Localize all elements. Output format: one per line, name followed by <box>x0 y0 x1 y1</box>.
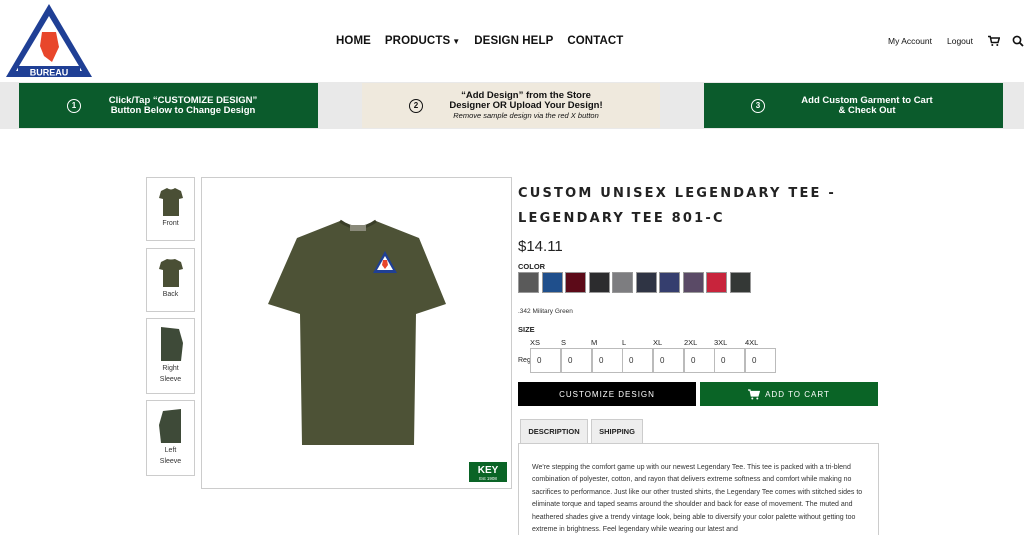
tab-description-label: DESCRIPTION <box>528 427 580 436</box>
color-label: COLOR <box>518 262 546 271</box>
color-swatch[interactable] <box>635 272 657 293</box>
florida-farm-bureau-logo[interactable]: BUREAU <box>4 2 94 80</box>
nav-home[interactable]: HOME <box>336 35 371 47</box>
color-swatches <box>518 272 753 293</box>
size-header: XL <box>653 338 663 347</box>
step-2: 2 “Add Design” from the Store Designer O… <box>362 83 660 128</box>
thumbnail-right-sleeve[interactable]: Right Sleeve <box>146 318 195 394</box>
thumbnail-label: Back <box>162 291 179 298</box>
key-brand-logo: KEY Est 1908 <box>469 462 507 482</box>
quantity-input-3xl[interactable] <box>714 348 745 373</box>
nav-design-help[interactable]: DESIGN HELP <box>474 35 553 47</box>
tab-shipping[interactable]: SHIPPING <box>591 419 643 443</box>
main-nav: HOME PRODUCTS ▼ DESIGN HELP CONTACT <box>336 35 637 47</box>
svg-text:KEY: KEY <box>478 465 499 476</box>
step-2-line2: Designer OR Upload Your Design! <box>449 99 603 111</box>
color-swatch[interactable] <box>588 272 610 293</box>
size-label: SIZE <box>518 325 535 334</box>
shirt-front-thumb <box>158 188 183 216</box>
tab-shipping-label: SHIPPING <box>599 427 635 436</box>
color-swatch[interactable] <box>612 272 633 293</box>
cart-icon[interactable] <box>988 35 1000 47</box>
step-2-line1: “Add Design” from the Store <box>461 89 591 101</box>
shirt-back-thumb <box>158 259 183 287</box>
quantity-input-s[interactable] <box>561 348 592 373</box>
nav-products-label: PRODUCTS <box>384 35 451 47</box>
logout-link[interactable]: Logout <box>947 36 973 46</box>
step-3: 3 Add Custom Garment to Cart & Check Out <box>704 83 1003 128</box>
size-header: M <box>591 338 598 347</box>
site-header: BUREAU HOME PRODUCTS ▼ DESIGN HELP CONTAC… <box>0 0 1024 82</box>
thumbnail-label: Front <box>162 220 179 227</box>
color-swatch[interactable] <box>682 272 704 293</box>
svg-text:BUREAU: BUREAU <box>30 68 69 78</box>
step-3-number: 3 <box>751 98 765 113</box>
step-3-line2: & Check Out <box>838 104 896 116</box>
nav-contact[interactable]: CONTACT <box>567 35 623 47</box>
steps-bar: 1 Click/Tap “CUSTOMIZE DESIGN” Button Be… <box>0 82 1024 129</box>
color-swatch[interactable] <box>518 272 539 293</box>
product-price: $14.11 <box>518 238 563 255</box>
color-swatch[interactable] <box>729 272 751 293</box>
thumbnail-label: Right <box>162 365 179 372</box>
shirt-left-sleeve-thumb <box>158 409 181 443</box>
quantity-input-2xl[interactable] <box>684 348 715 373</box>
step-1-line1: Click/Tap “CUSTOMIZE DESIGN” <box>108 94 258 106</box>
customize-design-label: CUSTOMIZE DESIGN <box>559 389 655 399</box>
quantity-input-xl[interactable] <box>653 348 684 373</box>
thumbnail-left-sleeve[interactable]: Left Sleeve <box>146 400 195 476</box>
color-swatch[interactable] <box>706 272 727 293</box>
tab-description[interactable]: DESCRIPTION <box>520 419 588 443</box>
product-title: CUSTOM UNISEX LEGENDARY TEE - LEGENDARY … <box>518 186 836 226</box>
product-description: We're stepping the comfort game up with … <box>518 443 879 535</box>
color-swatch[interactable] <box>541 272 563 293</box>
size-header: 4XL <box>745 338 759 347</box>
size-header: 2XL <box>684 338 698 347</box>
step-1-number: 1 <box>67 98 81 113</box>
step-1-line2: Button Below to Change Design <box>110 104 256 116</box>
quantity-input-4xl[interactable] <box>745 348 776 373</box>
thumbnail-back[interactable]: Back <box>146 248 195 312</box>
color-swatch[interactable] <box>565 272 586 293</box>
add-to-cart-button[interactable]: ADD TO CART <box>700 382 878 406</box>
size-header: XS <box>530 338 541 347</box>
size-header: 3XL <box>714 338 728 347</box>
step-3-line1: Add Custom Garment to Cart <box>801 94 933 106</box>
thumbnail-label-line2: Sleeve <box>159 458 182 465</box>
size-row-label: Reg <box>518 357 531 364</box>
caret-down-icon: ▼ <box>452 37 461 46</box>
svg-text:Est 1908: Est 1908 <box>479 476 497 481</box>
search-icon[interactable] <box>1012 35 1024 47</box>
customize-design-button[interactable]: CUSTOMIZE DESIGN <box>518 382 696 406</box>
step-2-subtext: Remove sample design via the red X butto… <box>453 110 599 120</box>
shirt-right-sleeve-thumb <box>160 327 183 361</box>
t-shirt-image <box>268 219 446 445</box>
thumbnail-label-line2: Sleeve <box>159 376 182 383</box>
nav-products[interactable]: PRODUCTS ▼ <box>385 35 460 47</box>
main-product-image[interactable]: KEY Est 1908 <box>201 177 512 489</box>
my-account-link[interactable]: My Account <box>888 36 932 46</box>
quantity-input-xs[interactable] <box>530 348 561 373</box>
selected-color-name: .342 Military Green <box>518 308 573 315</box>
size-header: L <box>622 338 627 347</box>
step-2-number: 2 <box>409 98 423 113</box>
step-1: 1 Click/Tap “CUSTOMIZE DESIGN” Button Be… <box>19 83 318 128</box>
quantity-input-l[interactable] <box>622 348 653 373</box>
add-to-cart-label: ADD TO CART <box>765 389 830 399</box>
quantity-input-m[interactable] <box>592 348 623 373</box>
cart-icon <box>748 388 761 399</box>
size-header: S <box>561 338 567 347</box>
color-swatch[interactable] <box>659 272 680 293</box>
thumbnail-front[interactable]: Front <box>146 177 195 241</box>
thumbnail-label: Left <box>164 447 177 454</box>
